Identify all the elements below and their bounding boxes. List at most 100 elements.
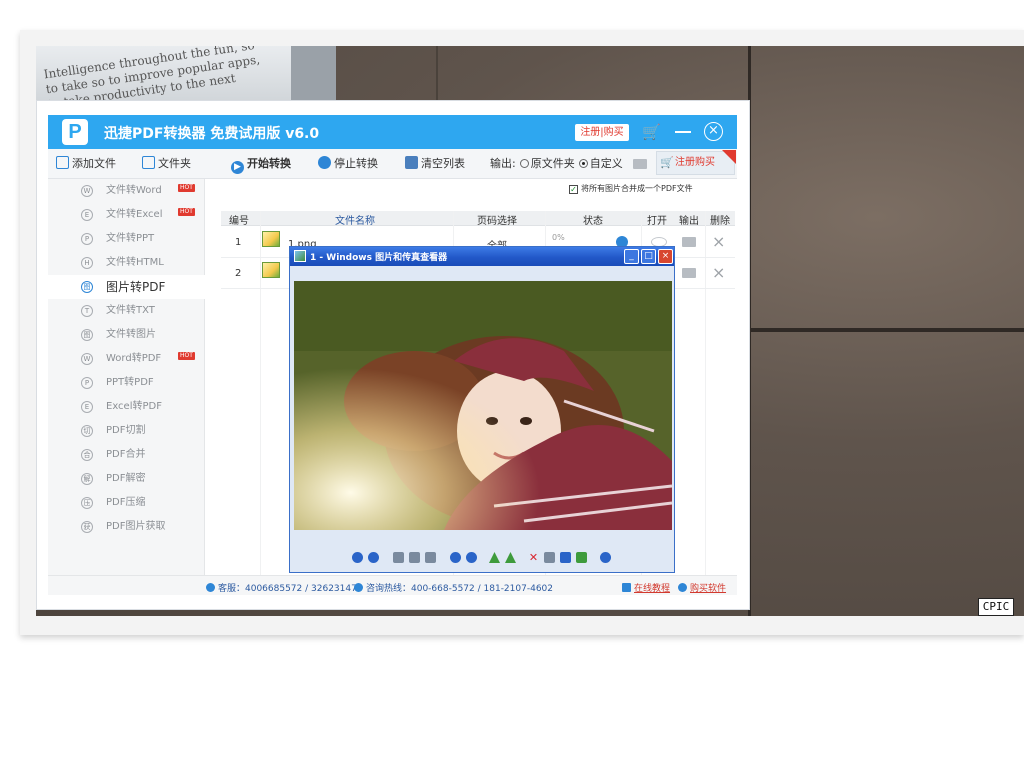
sidebar-item[interactable]: 图 文件转图片 [48,323,205,347]
best-fit-icon[interactable] [393,552,404,563]
buy-icon [678,583,687,592]
sun-glow [294,281,672,530]
sidebar-item-icon: 解 [81,473,93,485]
previous-image-icon[interactable] [352,552,363,563]
sidebar-item[interactable]: 解 PDF解密 [48,467,205,491]
sidebar-item-label: PDF图片获取 [106,521,166,532]
progress-text: 0% [552,233,565,242]
sidebar-item[interactable]: E Excel转PDF [48,395,205,419]
sidebar-item-label: 文件转图片 [106,329,156,340]
buy-software-link[interactable]: 购买软件 [678,581,726,594]
image-file-icon [262,262,280,278]
photo-viewer-window: 1 - Windows 图片和传真查看器 _ □ × ✕ [289,246,675,573]
online-tutorial-link[interactable]: 在线教程 [622,581,670,594]
zoom-out-icon[interactable] [466,552,477,563]
buy-software-label: 购买软件 [690,584,727,594]
background-paver-joint [436,46,438,106]
customer-service-text: 客服：4006685572 / 326231478 [218,584,363,594]
sidebar-item-label: PDF解密 [106,473,146,484]
start-convert-label: 开始转换 [247,157,291,170]
image-file-icon [262,231,280,247]
viewer-titlebar[interactable]: 1 - Windows 图片和传真查看器 _ □ × [290,247,674,266]
edit-image-icon[interactable] [576,552,587,563]
app-titlebar[interactable]: P 迅捷PDF转换器 免费试用版 v6.0 注册|购买 🛒 × [48,115,737,149]
merge-option-label: 将所有图片合并成一个PDF文件 [581,184,693,193]
column-header: 输出 [679,216,699,227]
sidebar-item-label: Word转PDF [106,353,162,364]
delete-icon[interactable]: × [712,232,725,251]
save-icon[interactable] [560,552,571,563]
output-folder-icon[interactable] [682,268,696,278]
portrait-illustration [294,281,672,530]
viewer-maximize-button[interactable]: □ [641,249,656,264]
add-folder-button[interactable]: 文件夹 [142,156,191,172]
table-header: 编号 文件名称 页码选择 状态 打开 输出 删除 [221,211,735,227]
status-bar: 客服：4006685572 / 326231478 咨询热线：400-668-5… [48,575,737,595]
sidebar-item-icon: 压 [81,497,93,509]
stop-convert-button[interactable]: 停止转换 [318,156,378,172]
sidebar-item-icon: E [81,401,93,413]
choose-output-folder-icon[interactable] [633,159,647,169]
sidebar-item-label: 文件转Excel [106,209,163,220]
sidebar-item[interactable]: W Word转PDF HOT [48,347,205,371]
original-folder-label: 原文件夹 [530,157,575,170]
clear-list-button[interactable]: 清空列表 [405,156,465,172]
cart-icon[interactable]: 🛒 [642,123,662,141]
custom-label: 自定义 [589,157,623,170]
slideshow-icon[interactable] [425,552,436,563]
background-phone-edge [291,46,336,106]
sidebar-item[interactable]: P 文件转PPT [48,227,205,251]
background-stamp: CPIC [978,598,1014,616]
merge-option[interactable]: ✓ 将所有图片合并成一个PDF文件 [569,183,693,194]
viewer-title: 1 - Windows 图片和传真查看器 [310,253,448,263]
viewer-close-button[interactable]: × [658,249,673,264]
rotate-counterclockwise-icon[interactable] [505,552,516,563]
add-file-button[interactable]: 添加文件 [56,156,116,172]
sidebar-item[interactable]: W 文件转Word HOT [48,179,205,203]
stop-convert-label: 停止转换 [334,157,378,170]
start-convert-button[interactable]: ▶ 开始转换 [231,156,291,174]
sidebar-item[interactable]: 图 图片转PDF [48,275,205,299]
column-header: 页码选择 [477,216,517,227]
viewer-photo [294,281,672,530]
clear-list-label: 清空列表 [421,157,465,170]
rotate-clockwise-icon[interactable] [489,552,500,563]
sidebar-item[interactable]: H 文件转HTML [48,251,205,275]
original-folder-radio[interactable] [519,159,529,168]
output-folder-icon[interactable] [682,237,696,247]
sidebar-item-label: 图片转PDF [106,280,166,294]
sidebar-item-label: Excel转PDF [106,401,162,412]
sidebar-item-icon: H [81,257,93,269]
merge-checkbox[interactable]: ✓ [569,185,578,194]
sidebar-item[interactable]: T 文件转TXT [48,299,205,323]
hotline: 咨询热线：400-668-5572 / 181-2107-4602 [354,581,553,594]
delete-icon[interactable]: × [712,263,725,282]
hotline-text: 咨询热线：400-668-5572 / 181-2107-4602 [366,584,553,594]
custom-radio[interactable] [578,159,588,168]
minimize-button[interactable] [675,131,691,133]
play-icon: ▶ [231,161,244,174]
sidebar-item[interactable]: 合 PDF合并 [48,443,205,467]
sidebar-item[interactable]: 切 PDF切割 [48,419,205,443]
trash-icon [405,156,418,169]
sidebar-item-label: PDF切割 [106,425,146,436]
delete-image-icon[interactable]: ✕ [528,552,539,563]
sidebar-item[interactable]: 获 PDF图片获取 [48,515,205,539]
customer-service: 客服：4006685572 / 326231478 [206,581,363,594]
viewer-minimize-button[interactable]: _ [624,249,639,264]
sidebar-item-label: 文件转Word [106,185,162,196]
help-icon[interactable] [600,552,611,563]
sidebar-item-icon: 切 [81,425,93,437]
sidebar-item[interactable]: E 文件转Excel HOT [48,203,205,227]
register-buy-toolbar-button[interactable]: 注册购买 [656,150,736,175]
print-icon[interactable] [544,552,555,563]
close-button[interactable]: × [704,122,723,141]
register-buy-button[interactable]: 注册|购买 [575,124,629,141]
zoom-in-icon[interactable] [450,552,461,563]
sidebar-item[interactable]: 压 PDF压缩 [48,491,205,515]
add-folder-label: 文件夹 [158,157,191,170]
sidebar-item[interactable]: P PPT转PDF [48,371,205,395]
next-image-icon[interactable] [368,552,379,563]
actual-size-icon[interactable] [409,552,420,563]
hot-badge: HOT [178,208,195,216]
